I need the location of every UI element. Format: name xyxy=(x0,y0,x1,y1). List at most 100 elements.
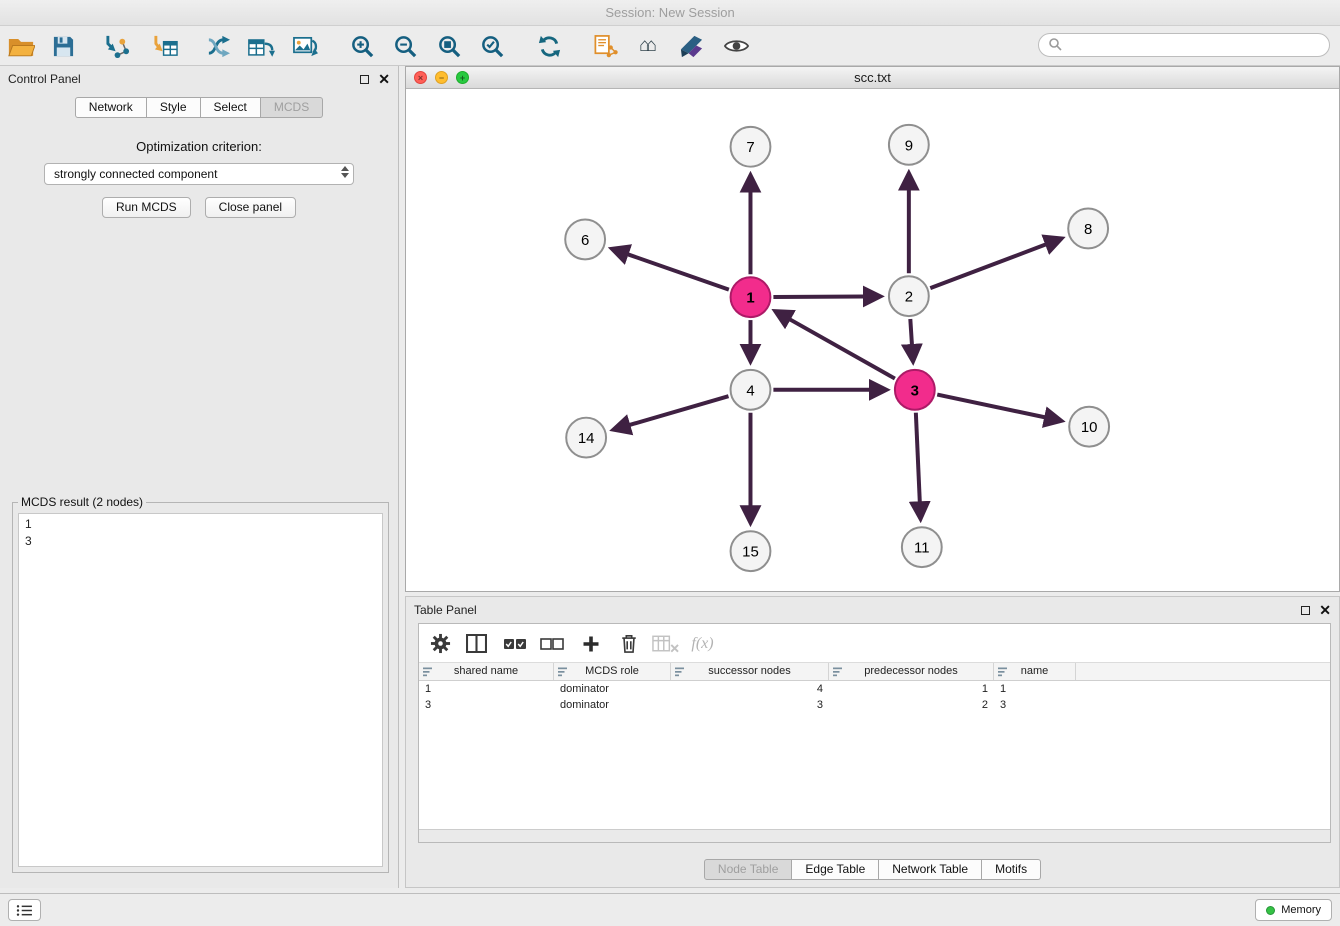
table-cell[interactable]: 1 xyxy=(419,681,554,697)
search-field[interactable] xyxy=(1038,33,1330,57)
graph-node-9[interactable]: 9 xyxy=(889,125,929,165)
table-cell[interactable]: 3 xyxy=(994,697,1076,713)
table-tab-node-table[interactable]: Node Table xyxy=(704,859,793,880)
new-network-icon[interactable] xyxy=(201,30,235,62)
svg-text:9: 9 xyxy=(905,137,913,154)
mcds-result-group: MCDS result (2 nodes) 13 xyxy=(12,495,389,873)
svg-text:10: 10 xyxy=(1081,419,1098,436)
import-table-icon[interactable] xyxy=(148,30,182,62)
column-header-MCDS-role[interactable]: MCDS role xyxy=(554,663,671,680)
column-header-predecessor-nodes[interactable]: predecessor nodes xyxy=(829,663,994,680)
minimize-window-icon[interactable]: − xyxy=(435,71,448,84)
graph-node-8[interactable]: 8 xyxy=(1068,209,1108,249)
column-header-label: successor nodes xyxy=(708,665,791,677)
search-input[interactable] xyxy=(1067,38,1320,52)
settings-gear-icon[interactable] xyxy=(427,630,454,657)
graph-edge-2-3[interactable] xyxy=(910,319,912,345)
control-tab-style[interactable]: Style xyxy=(147,97,201,118)
table-row[interactable]: 3dominator323 xyxy=(419,697,1330,713)
maximize-window-icon[interactable]: + xyxy=(456,71,469,84)
table-cell[interactable]: dominator xyxy=(554,697,671,713)
close-table-panel-icon[interactable]: ✕ xyxy=(1319,605,1331,615)
graph-edge-3-11[interactable] xyxy=(916,413,920,503)
column-header-successor-nodes[interactable]: successor nodes xyxy=(671,663,829,680)
table-horizontal-scrollbar[interactable] xyxy=(419,829,1330,842)
control-tab-select[interactable]: Select xyxy=(201,97,261,118)
graph-node-11[interactable]: 11 xyxy=(902,527,942,567)
table-cell[interactable]: 2 xyxy=(829,697,994,713)
svg-text:4: 4 xyxy=(746,382,754,399)
table-cell[interactable]: 3 xyxy=(419,697,554,713)
zoom-in-icon[interactable] xyxy=(345,30,379,62)
network-window-titlebar[interactable]: × − + scc.txt xyxy=(406,67,1339,89)
delete-icon[interactable] xyxy=(615,630,642,657)
graph-edge-1-6[interactable] xyxy=(627,254,728,289)
table-rows: 1dominator4113dominator323 xyxy=(419,681,1330,713)
add-icon[interactable] xyxy=(577,630,604,657)
import-network-icon[interactable] xyxy=(100,30,134,62)
graph-node-4[interactable]: 4 xyxy=(731,370,771,410)
graph-node-1[interactable]: 1 xyxy=(731,277,771,317)
column-header-name[interactable]: name xyxy=(994,663,1076,680)
document-share-icon[interactable] xyxy=(588,30,622,62)
select-all-icon[interactable] xyxy=(501,630,528,657)
graph-node-6[interactable]: 6 xyxy=(565,219,605,259)
table-cell[interactable]: 3 xyxy=(671,697,829,713)
zoom-out-icon[interactable] xyxy=(388,30,422,62)
column-header-shared-name[interactable]: shared name xyxy=(419,663,554,680)
window-titlebar[interactable]: Session: New Session xyxy=(0,0,1340,26)
open-session-icon[interactable] xyxy=(4,30,38,62)
float-panel-icon[interactable] xyxy=(360,75,369,84)
eye-icon[interactable] xyxy=(719,30,753,62)
close-panel-button[interactable]: Close panel xyxy=(205,197,296,218)
graph-edge-4-14[interactable] xyxy=(629,396,728,425)
graph-edge-1-2[interactable] xyxy=(773,296,864,297)
table-cell[interactable]: 1 xyxy=(829,681,994,697)
table-tab-motifs[interactable]: Motifs xyxy=(982,859,1041,880)
table-row[interactable]: 1dominator411 xyxy=(419,681,1330,697)
svg-text:2: 2 xyxy=(905,289,913,306)
table-tab-network-table[interactable]: Network Table xyxy=(879,859,982,880)
control-tab-mcds[interactable]: MCDS xyxy=(261,97,323,118)
zoom-selected-icon[interactable] xyxy=(475,30,509,62)
table-cell[interactable]: dominator xyxy=(554,681,671,697)
export-image-icon[interactable] xyxy=(288,30,322,62)
column-layout-icon[interactable] xyxy=(463,630,490,657)
graph-node-7[interactable]: 7 xyxy=(731,127,771,167)
graph-edge-3-10[interactable] xyxy=(937,395,1045,418)
graph-edge-2-8[interactable] xyxy=(930,244,1046,288)
float-table-panel-icon[interactable] xyxy=(1301,606,1310,615)
optimization-criterion-select[interactable]: strongly connected component xyxy=(44,163,354,185)
save-session-icon[interactable] xyxy=(46,30,80,62)
close-panel-icon[interactable]: ✕ xyxy=(378,74,390,84)
graph-node-2[interactable]: 2 xyxy=(889,276,929,316)
graph-node-14[interactable]: 14 xyxy=(566,418,606,458)
deselect-all-icon[interactable] xyxy=(538,630,565,657)
table-tab-edge-table[interactable]: Edge Table xyxy=(792,859,879,880)
column-header-label: name xyxy=(1021,665,1049,677)
task-history-button[interactable] xyxy=(8,899,41,921)
close-window-icon[interactable]: × xyxy=(414,71,427,84)
graph-node-10[interactable]: 10 xyxy=(1069,407,1109,447)
network-canvas-svg: 7 9 6 8 1 2 4 3 14 10 15 11 xyxy=(406,89,1339,591)
mcds-result-list[interactable]: 13 xyxy=(18,513,383,867)
memory-button[interactable]: Memory xyxy=(1255,899,1332,921)
table-panel-tabs: Node TableEdge TableNetwork TableMotifs xyxy=(406,859,1339,880)
delete-table-icon[interactable] xyxy=(652,630,679,657)
sort-hierarchy-icon xyxy=(675,666,686,684)
control-tab-network[interactable]: Network xyxy=(75,97,147,118)
optimization-label: Optimization criterion: xyxy=(0,139,398,154)
run-mcds-button[interactable]: Run MCDS xyxy=(102,197,191,218)
network-canvas[interactable]: 7 9 6 8 1 2 4 3 14 10 15 11 xyxy=(406,89,1339,591)
fx-label: f(x) xyxy=(691,635,713,653)
graph-edge-3-1[interactable] xyxy=(790,319,895,378)
table-cell[interactable]: 4 xyxy=(671,681,829,697)
home-icon[interactable]: ⌂⌂ xyxy=(631,30,665,62)
zoom-fit-icon[interactable] xyxy=(432,30,466,62)
graph-node-15[interactable]: 15 xyxy=(731,531,771,571)
style-icon[interactable] xyxy=(674,30,708,62)
clone-network-icon[interactable] xyxy=(244,30,278,62)
function-builder-icon[interactable]: f(x) xyxy=(689,630,716,657)
refresh-layout-icon[interactable] xyxy=(532,30,566,62)
graph-node-3[interactable]: 3 xyxy=(895,370,935,410)
